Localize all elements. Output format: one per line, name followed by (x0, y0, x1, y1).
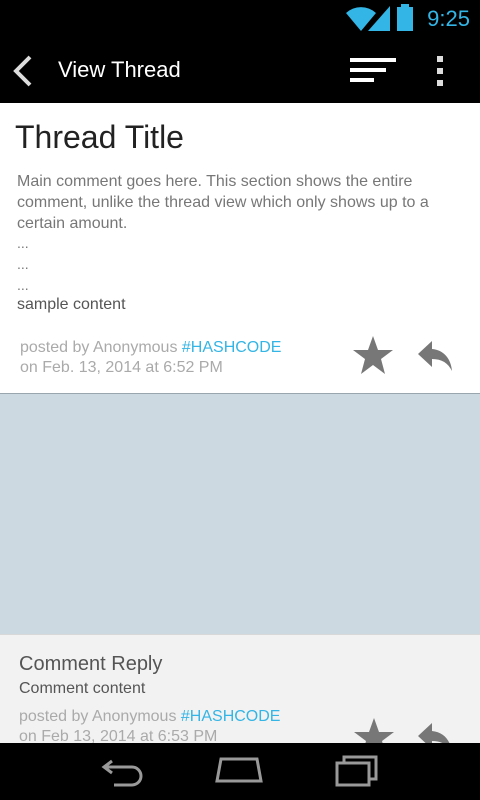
thread-title: Thread Title (15, 119, 184, 155)
action-bar: View Thread (0, 38, 480, 103)
overflow-menu-icon[interactable] (430, 54, 450, 88)
sample-content: sample content (17, 296, 126, 313)
post-date: on Feb. 13, 2014 at 6:52 PM (20, 359, 223, 376)
back-arrow-icon[interactable] (10, 54, 36, 88)
status-time: 9:25 (427, 6, 470, 31)
posted-by: posted by Anonymous (19, 708, 177, 725)
navigation-bar (0, 743, 480, 800)
ellipsis-line: ... (17, 277, 29, 293)
reply-title: Comment Reply (19, 653, 163, 675)
post-meta: posted by Anonymous #HASHCODE on Feb. 13… (20, 338, 281, 378)
reply-date: on Feb 13, 2014 at 6:53 PM (19, 728, 218, 743)
battery-icon (397, 4, 413, 31)
reply-icon[interactable] (416, 721, 454, 743)
reply-card: Comment Reply Comment content posted by … (0, 634, 480, 743)
reply-content: Comment content (19, 680, 146, 697)
back-nav-icon[interactable] (100, 755, 146, 787)
ellipsis-line: ... (17, 235, 29, 251)
sort-icon[interactable] (350, 56, 396, 84)
star-icon[interactable] (352, 335, 394, 375)
main-comment-card: Thread Title Main comment goes here. Thi… (0, 103, 480, 394)
ellipsis-line: ... (17, 256, 29, 272)
status-bar: 9:25 (0, 0, 480, 38)
reply-meta: posted by Anonymous #HASHCODE on Feb 13,… (19, 707, 280, 743)
recents-nav-icon[interactable] (334, 755, 380, 787)
signal-icon (368, 6, 390, 31)
page-title: View Thread (58, 57, 181, 82)
posted-by: posted by Anonymous (20, 339, 178, 356)
hashcode-link[interactable]: #HASHCODE (181, 708, 281, 725)
reply-icon[interactable] (416, 339, 454, 373)
star-icon[interactable] (353, 717, 395, 743)
thread-content[interactable]: Thread Title Main comment goes here. Thi… (0, 103, 480, 743)
hashcode-link[interactable]: #HASHCODE (182, 339, 282, 356)
home-nav-icon[interactable] (215, 755, 263, 787)
main-comment-text: Main comment goes here. This section sho… (17, 173, 429, 232)
